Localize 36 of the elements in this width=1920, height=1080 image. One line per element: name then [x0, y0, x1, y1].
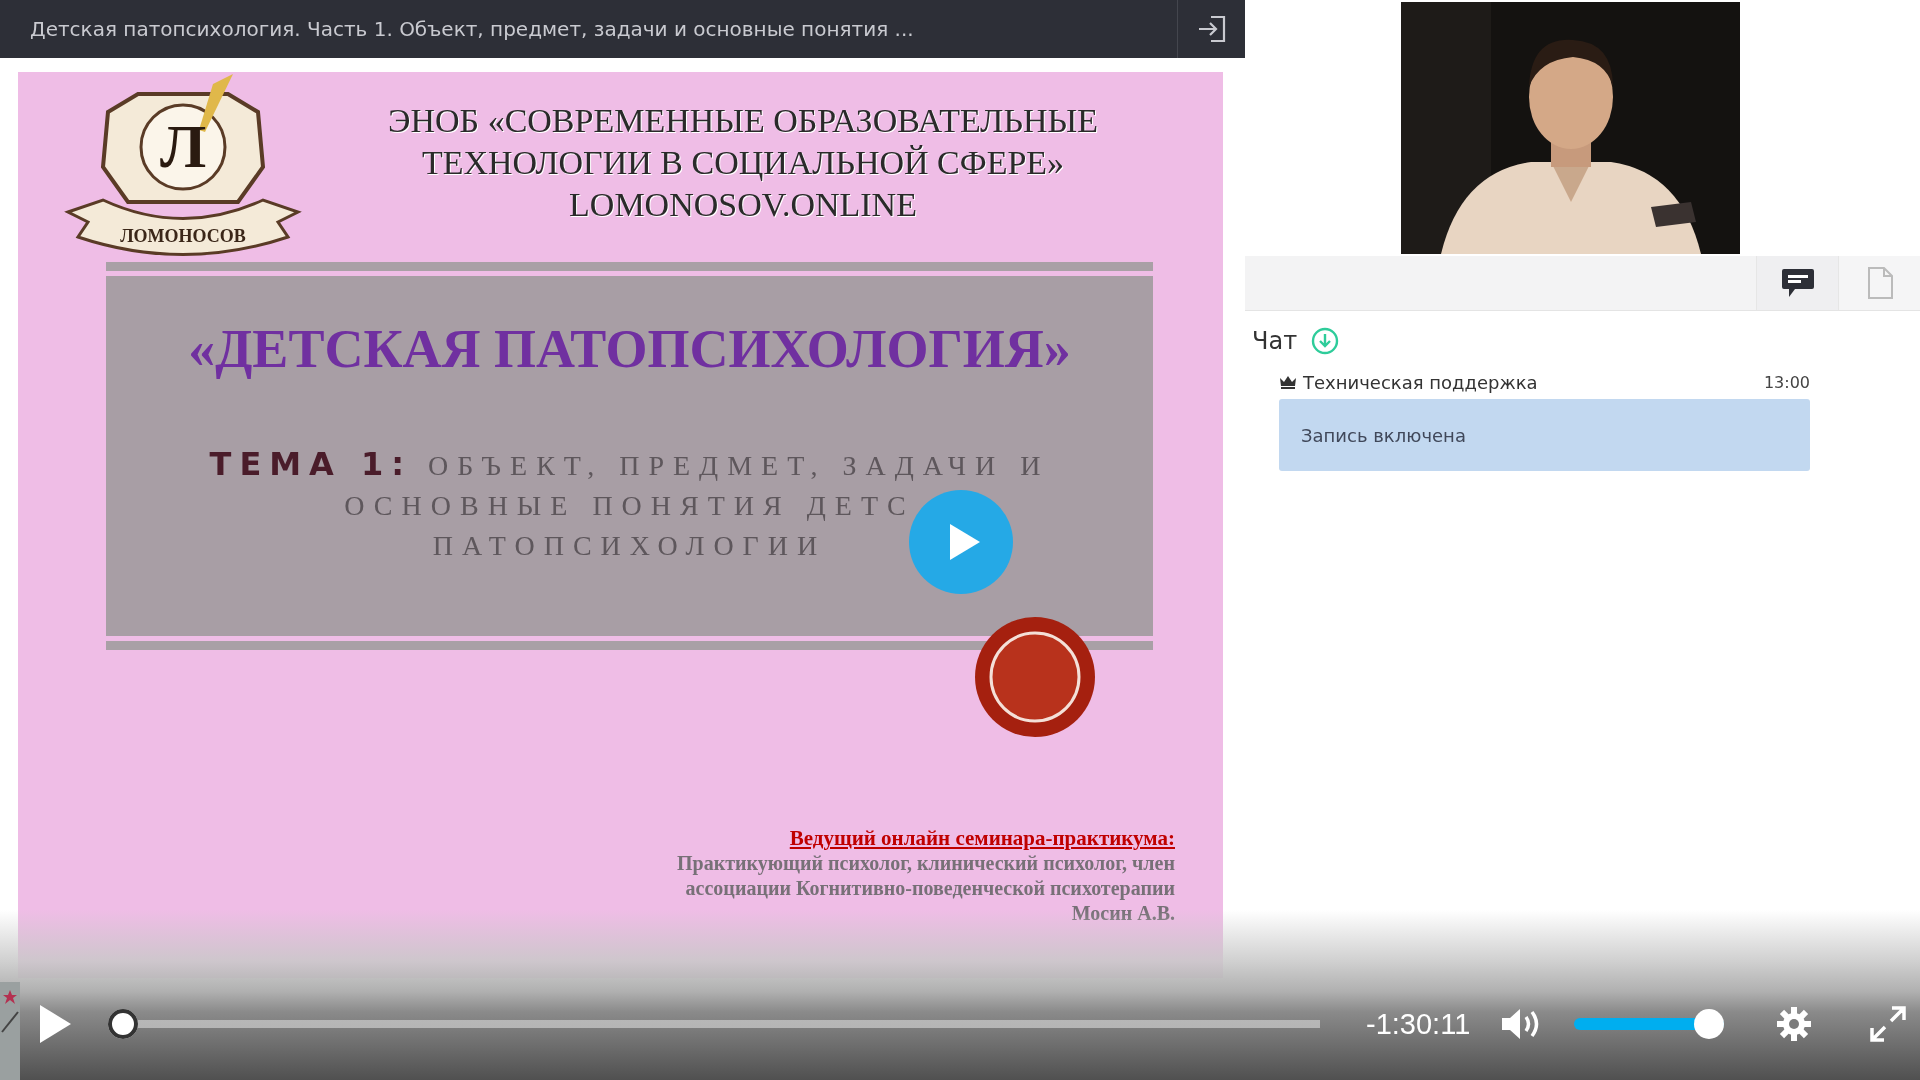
settings-icon: [1776, 1006, 1813, 1042]
presenter-heading: Ведущий онлайн семинара-практикума:: [789, 825, 1175, 851]
progress-thumb[interactable]: [108, 1009, 138, 1039]
exit-icon: [1196, 14, 1227, 44]
presenter-text: Мосин А.В.: [1071, 901, 1175, 926]
presenter-text: Практикующий психолог, клинический психолог, член: [677, 851, 1175, 876]
chat-icon: [1780, 267, 1815, 299]
topic-text: ОБЪЕКТ, ПРЕДМЕТ, ЗАДАЧИ И: [428, 449, 1050, 483]
video-title: Детская патопсихология. Часть 1. Объект, предмет, задачи и основные понятия ...: [29, 17, 915, 41]
message-time: 13:00: [1763, 372, 1810, 392]
chat-title: Чат: [1252, 327, 1298, 355]
organization-heading: ТЕХНОЛОГИИ В СОЦИАЛЬНОЙ СФЕРЕ»: [421, 143, 1065, 183]
topic-text: ПАТОПСИХОЛОГИИ: [432, 529, 827, 563]
topic-label: ТЕМА 1:: [209, 444, 413, 484]
fullscreen-button[interactable]: [1870, 1006, 1907, 1042]
document-icon: [1866, 267, 1893, 299]
logo-drawing: Л ЛОМОНОСОВ: [63, 72, 303, 257]
volume-slider[interactable]: [1574, 1009, 1725, 1039]
panel-tab[interactable]: [1756, 256, 1838, 310]
star-icon: [3, 990, 17, 1004]
time-remaining: -1:30:11: [1366, 1007, 1471, 1041]
slide-title: «ДЕТСКАЯ ПАТОПСИХОЛОГИЯ»: [188, 318, 1071, 380]
fullscreen-icon: [1870, 1006, 1907, 1042]
seal-icon: [973, 615, 1097, 739]
crown-icon: [1279, 375, 1297, 389]
play-icon: [38, 1004, 72, 1044]
chat-message: Запись включена: [1279, 399, 1810, 471]
pen-icon: [0, 1010, 20, 1034]
settings-button[interactable]: [1776, 1006, 1813, 1042]
organization-heading: LOMONOSOV.ONLINE: [569, 185, 917, 225]
volume-thumb[interactable]: [1694, 1009, 1725, 1039]
presenter-text: ассоциации Когнитивно-поведенческой психотерапии: [685, 876, 1175, 901]
organization-heading: ЭНОБ «СОВРЕМЕННЫЕ ОБРАЗОВАТЕЛЬНЫЕ: [388, 101, 1098, 141]
topic-text: ОСНОВНЫЕ ПОНЯТИЯ ДЕТС: [344, 489, 915, 523]
message-author: Техническая поддержка: [1303, 371, 1539, 393]
play-icon: [948, 522, 982, 562]
